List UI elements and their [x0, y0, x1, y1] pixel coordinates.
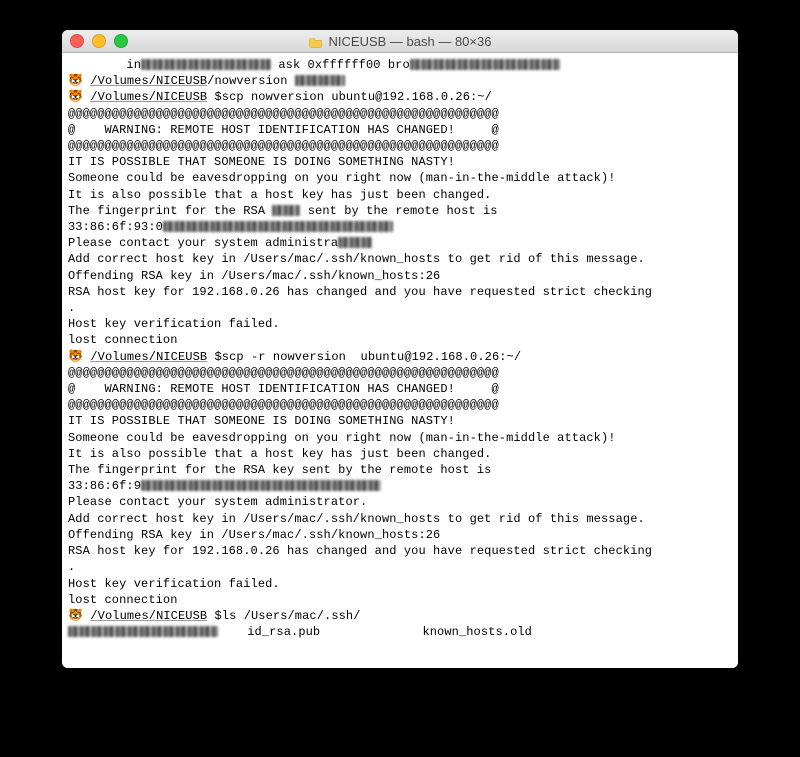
terminal-body[interactable]: in ask 0xffffff00 bro🐯 /Volumes/NICEUSB/… [62, 53, 738, 668]
line-verification-failed: Host key verification failed. [68, 576, 732, 592]
line-dot: . [68, 559, 732, 575]
line-also: It is also possible that a host key has … [68, 187, 732, 203]
line-eavesdrop: Someone could be eavesdropping on you ri… [68, 430, 732, 446]
line-at-border: @@@@@@@@@@@@@@@@@@@@@@@@@@@@@@@@@@@@@@@@… [68, 397, 732, 413]
window-title-text: NICEUSB — bash — 80×36 [329, 34, 492, 49]
line-add-key: Add correct host key in /Users/mac/.ssh/… [68, 511, 732, 527]
line-nasty: IT IS POSSIBLE THAT SOMEONE IS DOING SOM… [68, 154, 732, 170]
line-prompt-nowversion: 🐯 /Volumes/NICEUSB/nowversion [68, 73, 732, 89]
line-dot: . [68, 300, 732, 316]
line-strict: RSA host key for 192.168.0.26 has change… [68, 543, 732, 559]
line-fingerprint-value: 33:86:6f:9 [68, 478, 732, 494]
close-button[interactable] [70, 34, 84, 48]
line-offending: Offending RSA key in /Users/mac/.ssh/kno… [68, 527, 732, 543]
titlebar[interactable]: NICEUSB — bash — 80×36 [62, 30, 738, 53]
tiger-icon: 🐯 [68, 73, 83, 89]
line-add-key: Add correct host key in /Users/mac/.ssh/… [68, 251, 732, 267]
line-eavesdrop: Someone could be eavesdropping on you ri… [68, 170, 732, 186]
terminal-window: NICEUSB — bash — 80×36 in ask 0xffffff00… [62, 30, 738, 668]
line-warning: @ WARNING: REMOTE HOST IDENTIFICATION HA… [68, 122, 732, 138]
minimize-button[interactable] [92, 34, 106, 48]
line-ls-output: id_rsa.pub known_hosts.old [68, 624, 732, 640]
line-at-border: @@@@@@@@@@@@@@@@@@@@@@@@@@@@@@@@@@@@@@@@… [68, 365, 732, 381]
folder-icon [309, 36, 323, 47]
line-contact-admin: Please contact your system administrator… [68, 494, 732, 510]
tiger-icon: 🐯 [68, 608, 83, 624]
line-partial-top: in ask 0xffffff00 bro [68, 57, 732, 73]
line-cmd-scp-1: 🐯 /Volumes/NICEUSB $scp nowversion ubunt… [68, 89, 732, 105]
tiger-icon: 🐯 [68, 89, 83, 105]
tiger-icon: 🐯 [68, 349, 83, 365]
line-contact-admin: Please contact your system administra [68, 235, 732, 251]
line-offending: Offending RSA key in /Users/mac/.ssh/kno… [68, 268, 732, 284]
line-lost-connection: lost connection [68, 332, 732, 348]
line-lost-connection: lost connection [68, 592, 732, 608]
line-also: It is also possible that a host key has … [68, 446, 732, 462]
window-title: NICEUSB — bash — 80×36 [62, 34, 738, 49]
line-fingerprint-value: 33:86:6f:93:0 [68, 219, 732, 235]
line-fingerprint-label: The fingerprint for the RSA key sent by … [68, 462, 732, 478]
line-warning: @ WARNING: REMOTE HOST IDENTIFICATION HA… [68, 381, 732, 397]
zoom-button[interactable] [114, 34, 128, 48]
line-fingerprint-label: The fingerprint for the RSA sent by the … [68, 203, 732, 219]
line-cmd-scp-2: 🐯 /Volumes/NICEUSB $scp -r nowversion ub… [68, 349, 732, 365]
line-verification-failed: Host key verification failed. [68, 316, 732, 332]
line-at-border: @@@@@@@@@@@@@@@@@@@@@@@@@@@@@@@@@@@@@@@@… [68, 138, 732, 154]
line-cmd-ls: 🐯 /Volumes/NICEUSB $ls /Users/mac/.ssh/ [68, 608, 732, 624]
line-nasty: IT IS POSSIBLE THAT SOMEONE IS DOING SOM… [68, 413, 732, 429]
line-strict: RSA host key for 192.168.0.26 has change… [68, 284, 732, 300]
line-at-border: @@@@@@@@@@@@@@@@@@@@@@@@@@@@@@@@@@@@@@@@… [68, 106, 732, 122]
traffic-lights [70, 34, 128, 48]
